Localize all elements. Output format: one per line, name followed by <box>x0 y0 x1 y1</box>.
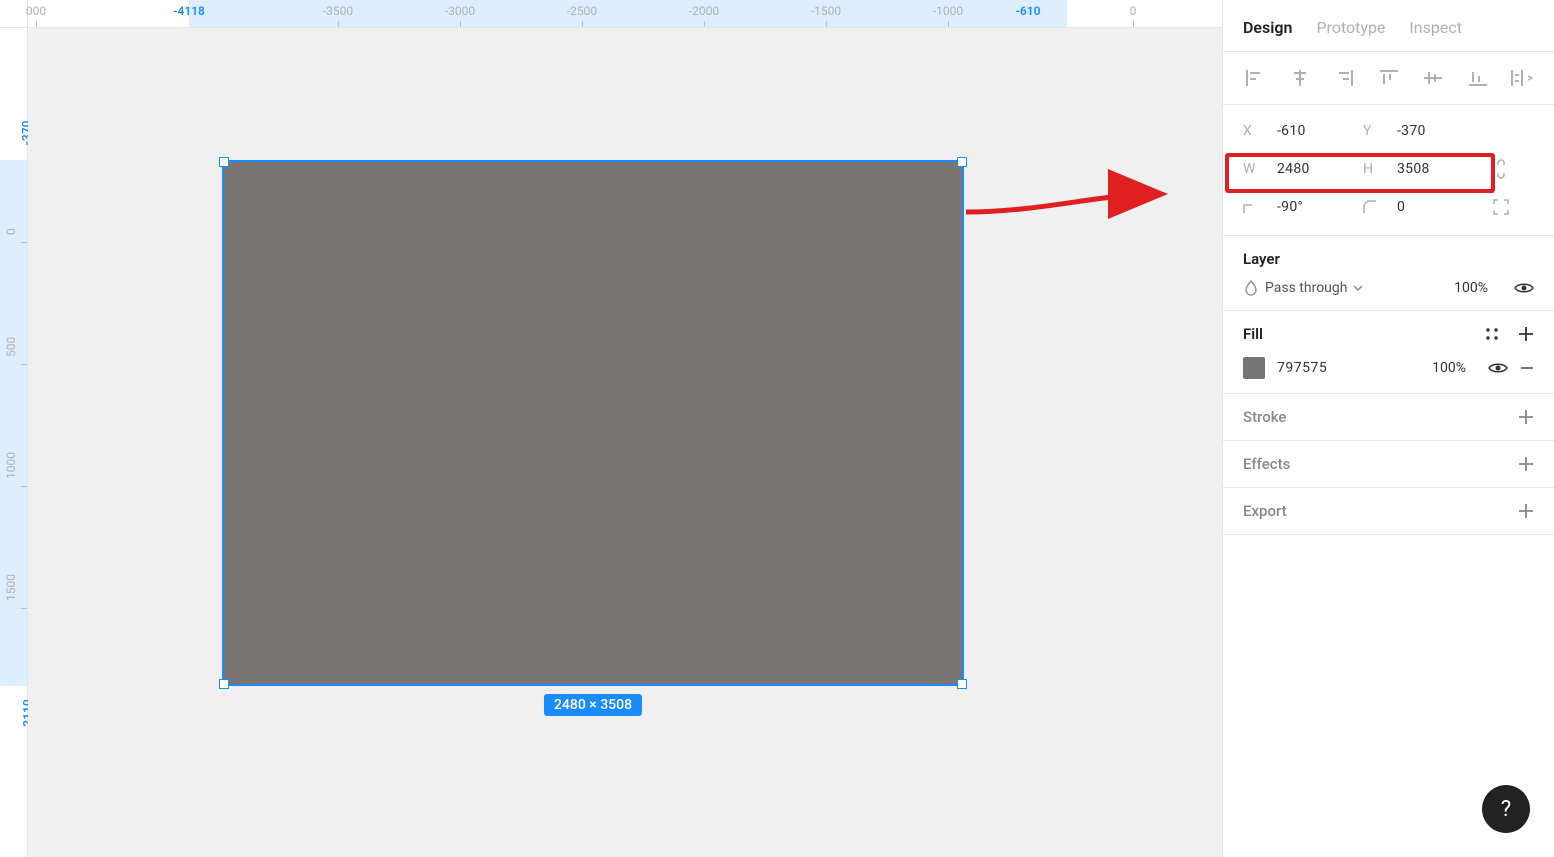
w-input[interactable]: 2480 <box>1277 161 1349 177</box>
constrain-proportions-icon[interactable] <box>1483 159 1519 179</box>
fill-title: Fill <box>1243 325 1263 343</box>
fill-hex-input[interactable]: 797575 <box>1277 360 1420 376</box>
selection-size-badge: 2480 × 3508 <box>544 694 642 716</box>
independent-corners-icon[interactable] <box>1483 199 1519 215</box>
layer-section: Layer Pass through 100% <box>1223 236 1554 311</box>
design-panel: Design Prototype Inspect X -610 Y -370 W… <box>1222 0 1554 857</box>
fill-swatch[interactable] <box>1243 357 1265 379</box>
chevron-down-icon <box>1353 283 1363 293</box>
add-export-icon[interactable] <box>1518 503 1534 519</box>
tab-design[interactable]: Design <box>1243 18 1292 37</box>
remove-fill-icon[interactable] <box>1520 361 1534 375</box>
corner-radius-input[interactable]: 0 <box>1397 199 1469 215</box>
x-label: X <box>1243 123 1263 139</box>
y-label: Y <box>1363 123 1383 139</box>
y-input[interactable]: -370 <box>1397 123 1469 139</box>
tab-inspect[interactable]: Inspect <box>1409 18 1462 37</box>
fill-section: Fill 797575 100% <box>1223 311 1554 394</box>
ruler-horizontal[interactable]: -4118 -610 000 -3500 -3000 -2500 -2000 -… <box>28 0 1222 28</box>
add-stroke-icon[interactable] <box>1518 409 1534 425</box>
help-button[interactable]: ? <box>1482 785 1530 833</box>
canvas-stage[interactable]: 2480 × 3508 <box>28 28 1222 857</box>
w-label: W <box>1243 161 1263 177</box>
align-right-icon[interactable] <box>1332 68 1356 88</box>
rotation-icon <box>1243 200 1263 214</box>
rotation-input[interactable]: -90° <box>1277 199 1349 215</box>
corner-radius-icon <box>1363 200 1383 214</box>
align-left-icon[interactable] <box>1243 68 1267 88</box>
panel-tabs: Design Prototype Inspect <box>1223 0 1554 52</box>
layer-title: Layer <box>1243 250 1534 268</box>
ruler-h-sel-end: -610 <box>1016 4 1041 18</box>
add-effect-icon[interactable] <box>1518 456 1534 472</box>
canvas-area[interactable]: -4118 -610 000 -3500 -3000 -2500 -2000 -… <box>0 0 1222 857</box>
ruler-vertical[interactable]: -370 2110 0 500 1000 1500 <box>0 28 28 857</box>
fill-visibility-icon[interactable] <box>1488 361 1508 375</box>
export-section: Export <box>1223 488 1554 535</box>
fill-opacity-input[interactable]: 100% <box>1432 360 1466 376</box>
distribute-icon[interactable] <box>1510 68 1534 88</box>
add-fill-icon[interactable] <box>1518 326 1534 342</box>
blend-mode-dropdown[interactable]: Pass through <box>1243 280 1442 296</box>
align-bottom-icon[interactable] <box>1466 68 1490 88</box>
fill-styles-icon[interactable] <box>1484 326 1500 342</box>
stroke-section: Stroke <box>1223 394 1554 441</box>
h-label: H <box>1363 161 1383 177</box>
effects-section: Effects <box>1223 441 1554 488</box>
tab-prototype[interactable]: Prototype <box>1316 18 1385 37</box>
h-input[interactable]: 3508 <box>1397 161 1469 177</box>
layer-opacity-input[interactable]: 100% <box>1454 280 1488 296</box>
ruler-h-sel-start: -4118 <box>173 4 205 18</box>
ruler-corner <box>0 0 28 28</box>
export-title: Export <box>1243 502 1287 520</box>
align-top-icon[interactable] <box>1377 68 1401 88</box>
layer-visibility-icon[interactable] <box>1514 281 1534 295</box>
stroke-title: Stroke <box>1243 408 1286 426</box>
align-hcenter-icon[interactable] <box>1288 68 1312 88</box>
transform-section: X -610 Y -370 W 2480 H 3508 -90° <box>1223 105 1554 236</box>
align-vcenter-icon[interactable] <box>1421 68 1445 88</box>
blend-icon <box>1243 280 1259 296</box>
effects-title: Effects <box>1243 455 1290 473</box>
alignment-row <box>1223 52 1554 105</box>
blend-mode-label: Pass through <box>1265 280 1347 296</box>
x-input[interactable]: -610 <box>1277 123 1349 139</box>
selected-frame[interactable] <box>223 161 963 685</box>
